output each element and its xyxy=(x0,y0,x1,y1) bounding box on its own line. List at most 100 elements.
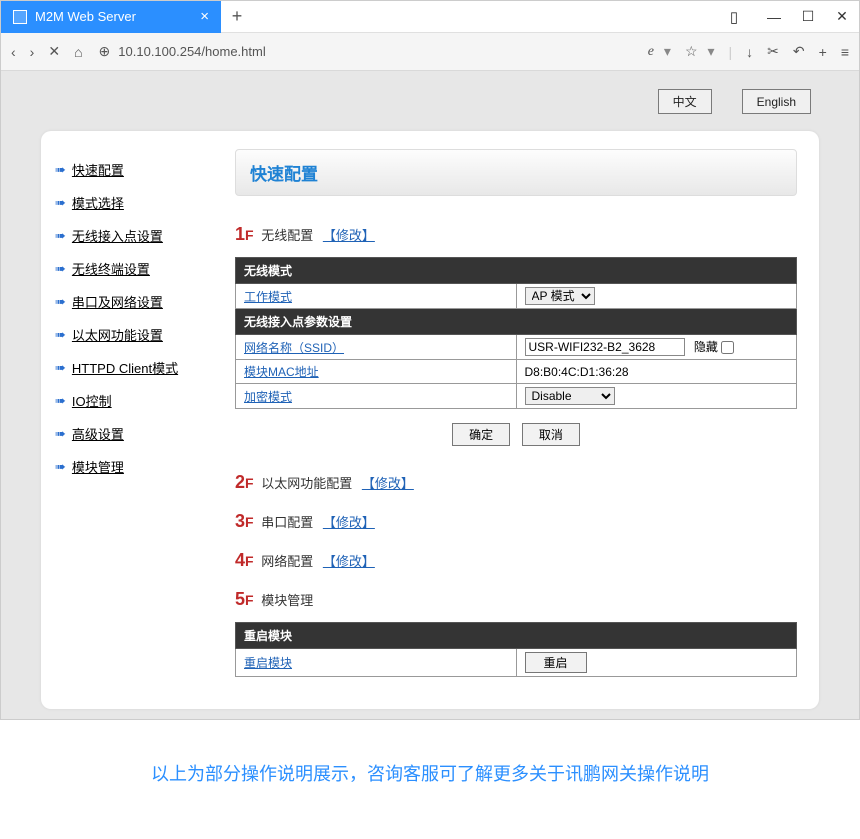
sidebar-item-ethernet[interactable]: ➠ 以太网功能设置 xyxy=(55,318,211,351)
step-number: 4 xyxy=(235,550,245,570)
step-number: 5 xyxy=(235,589,245,609)
window-titlebar: M2M Web Server × + ▯ — ☐ ✕ xyxy=(1,1,859,33)
sidebar-item-label: 串口及网络设置 xyxy=(72,292,163,311)
step-label: 串口配置 xyxy=(261,515,313,530)
step-number: 3 xyxy=(235,511,245,531)
favorite-icon[interactable]: ☆ xyxy=(685,43,698,60)
window-minimize-icon[interactable]: — xyxy=(757,1,791,33)
edit-link[interactable]: 【修改】 xyxy=(323,554,375,569)
ssid-input[interactable] xyxy=(525,338,685,356)
step-label: 以太网功能配置 xyxy=(261,476,352,491)
arrow-icon: ➠ xyxy=(55,228,66,244)
plus-icon[interactable]: + xyxy=(819,44,827,60)
browser-tab[interactable]: M2M Web Server × xyxy=(1,1,221,33)
download-icon[interactable]: ↓ xyxy=(746,44,753,60)
chevron-down-icon[interactable]: ▾ xyxy=(664,43,671,60)
chevron-down-icon[interactable]: ▾ xyxy=(708,43,715,60)
stop-button[interactable]: ✕ xyxy=(48,43,60,60)
step-5-header: 5F 模块管理 xyxy=(235,589,797,610)
restart-button[interactable]: 重启 xyxy=(525,652,587,673)
address-bar[interactable]: 10.10.100.254/home.html xyxy=(118,44,265,59)
lang-en-button[interactable]: English xyxy=(742,89,811,114)
sidebar-item-module-mgmt[interactable]: ➠ 模块管理 xyxy=(55,450,211,483)
site-identity-icon[interactable]: ⊕ xyxy=(99,43,111,60)
row-label-mac: 模块MAC地址 xyxy=(236,360,517,384)
window-close-icon[interactable]: ✕ xyxy=(825,1,859,33)
sidebar-item-label: HTTPD Client模式 xyxy=(72,358,178,377)
forward-button[interactable]: › xyxy=(30,44,35,60)
edit-link[interactable]: 【修改】 xyxy=(323,228,375,243)
home-button[interactable]: ⌂ xyxy=(74,44,82,60)
step-f: F xyxy=(245,592,254,608)
undo-icon[interactable]: ↶ xyxy=(793,43,805,60)
ok-button[interactable]: 确定 xyxy=(452,423,510,446)
edit-link[interactable]: 【修改】 xyxy=(362,476,414,491)
browser-toolbar: ‹ › ✕ ⌂ ⊕ 10.10.100.254/home.html e ▾ ☆ … xyxy=(1,33,859,71)
sidebar-item-label: 模块管理 xyxy=(72,457,124,476)
arrow-icon: ➠ xyxy=(55,360,66,376)
workmode-select[interactable]: AP 模式 xyxy=(525,287,595,305)
back-button[interactable]: ‹ xyxy=(11,44,16,60)
sidebar-item-serial-net[interactable]: ➠ 串口及网络设置 xyxy=(55,285,211,318)
row-label-restart: 重启模块 xyxy=(236,649,517,677)
restart-table: 重启模块 重启模块 重启 xyxy=(235,622,797,677)
arrow-icon: ➠ xyxy=(55,459,66,475)
sidebar-item-mode-select[interactable]: ➠ 模式选择 xyxy=(55,186,211,219)
step-f: F xyxy=(245,475,254,491)
sidebar-item-label: 以太网功能设置 xyxy=(72,325,163,344)
sidebar-item-advanced[interactable]: ➠ 高级设置 xyxy=(55,417,211,450)
step-1-header: 1F 无线配置 【修改】 xyxy=(235,224,797,245)
new-tab-button[interactable]: + xyxy=(221,6,253,27)
step-label: 模块管理 xyxy=(261,593,313,608)
sidebar-item-io-control[interactable]: ➠IO控制 xyxy=(55,384,211,417)
sidebar-nav: ➠快速配置 ➠ 模式选择 ➠ 无线接入点设置 ➠ 无线终端设置 ➠ 串口及网络设置 ➠ 以… xyxy=(41,131,225,709)
sidebar-item-label: 无线接入点设置 xyxy=(72,226,163,245)
sidebar-item-label: 无线终端设置 xyxy=(72,259,150,278)
arrow-icon: ➠ xyxy=(55,195,66,211)
main-content: 快速配置 1F 无线配置 【修改】 无线模式 工作模式 AP 模式 无线接入点参 xyxy=(225,131,819,709)
arrow-icon: ➠ xyxy=(55,426,66,442)
content-card: ➠快速配置 ➠ 模式选择 ➠ 无线接入点设置 ➠ 无线终端设置 ➠ 串口及网络设置 ➠ 以… xyxy=(41,131,819,709)
sidebar-item-httpd-client[interactable]: ➠ HTTPD Client模式 xyxy=(55,351,211,384)
window-maximize-icon[interactable]: ☐ xyxy=(791,1,825,33)
close-tab-icon[interactable]: × xyxy=(200,8,209,25)
caption-text: 以上为部分操作说明展示，咨询客服可了解更多关于讯鹏网关操作说明 xyxy=(0,760,860,786)
table-header-restart: 重启模块 xyxy=(236,623,797,649)
page-icon xyxy=(13,10,27,24)
encryption-select[interactable]: Disable xyxy=(525,387,615,405)
page-viewport: 中文 English ➠快速配置 ➠ 模式选择 ➠ 无线接入点设置 ➠ 无线终端设置 … xyxy=(1,71,859,719)
edit-link[interactable]: 【修改】 xyxy=(323,515,375,530)
step-label: 网络配置 xyxy=(261,554,313,569)
row-label-encryption: 加密模式 xyxy=(236,384,517,409)
sidebar-item-label: 高级设置 xyxy=(72,424,124,443)
step-f: F xyxy=(245,553,254,569)
reader-mode-icon[interactable]: ▯ xyxy=(717,1,751,33)
row-label-ssid: 网络名称（SSID） xyxy=(236,335,517,360)
table-header-mode: 无线模式 xyxy=(236,258,797,284)
sidebar-item-sta-settings[interactable]: ➠ 无线终端设置 xyxy=(55,252,211,285)
step-f: F xyxy=(245,227,254,243)
menu-icon[interactable]: ≡ xyxy=(841,44,849,60)
sidebar-item-ap-settings[interactable]: ➠ 无线接入点设置 xyxy=(55,219,211,252)
cancel-button[interactable]: 取消 xyxy=(522,423,580,446)
arrow-icon: ➠ xyxy=(55,327,66,343)
hide-ssid-checkbox[interactable] xyxy=(721,341,734,354)
arrow-icon: ➠ xyxy=(55,294,66,310)
step-label: 无线配置 xyxy=(261,228,313,243)
step-number: 2 xyxy=(235,472,245,492)
arrow-icon: ➠ xyxy=(55,261,66,277)
hide-ssid-wrap: 隐藏 xyxy=(694,340,734,354)
sidebar-item-label: IO控制 xyxy=(72,391,112,410)
sidebar-item-quick-config[interactable]: ➠快速配置 xyxy=(55,153,211,186)
separator: | xyxy=(729,44,733,60)
step-f: F xyxy=(245,514,254,530)
wireless-config-table: 无线模式 工作模式 AP 模式 无线接入点参数设置 网络名称（SSID） 隐藏 xyxy=(235,257,797,409)
arrow-icon: ➠ xyxy=(55,162,66,178)
step-3-header: 3F 串口配置 【修改】 xyxy=(235,511,797,532)
sidebar-item-label: 模式选择 xyxy=(72,193,124,212)
step-4-header: 4F 网络配置 【修改】 xyxy=(235,550,797,571)
step-number: 1 xyxy=(235,224,245,244)
cut-icon[interactable]: ✂ xyxy=(767,43,779,60)
lang-cn-button[interactable]: 中文 xyxy=(658,89,712,114)
compat-mode-icon[interactable]: e xyxy=(648,44,654,60)
